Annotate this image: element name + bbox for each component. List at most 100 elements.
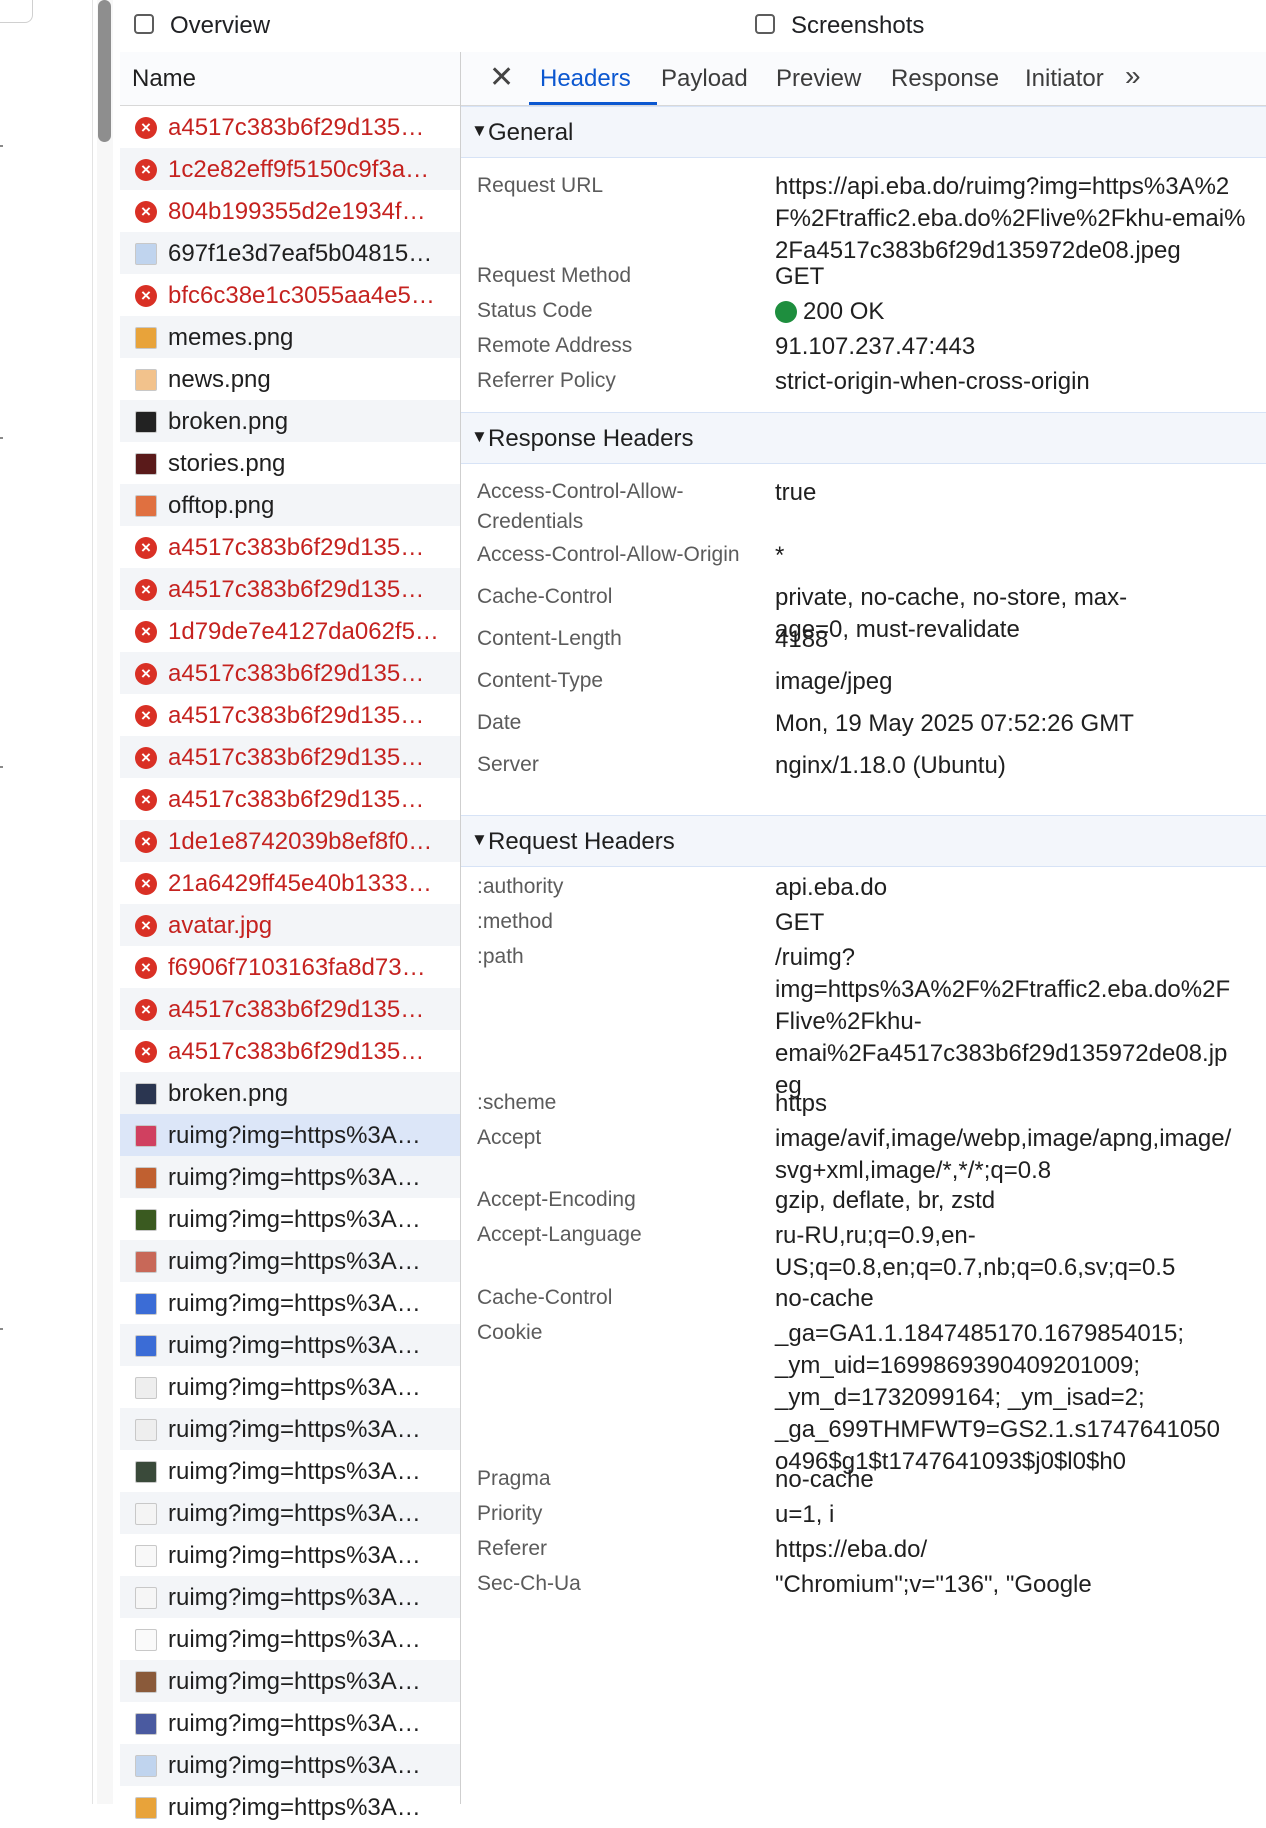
tab-response[interactable]: Response bbox=[891, 65, 999, 93]
request-row[interactable]: × avatar.jpg bbox=[120, 904, 460, 946]
request-row[interactable]: × a4517c383b6f29d135… bbox=[120, 526, 460, 568]
request-name: ruimg?img=https%3A… bbox=[168, 1710, 421, 1737]
header-value[interactable]: u=1, i bbox=[775, 1499, 1266, 1531]
request-row[interactable]: × bfc6c38e1c3055aa4e5… bbox=[120, 274, 460, 316]
request-row[interactable]: ruimg?img=https%3A… bbox=[120, 1702, 460, 1744]
request-name: ruimg?img=https%3A… bbox=[168, 1164, 421, 1191]
header-value[interactable]: 200 OK bbox=[775, 296, 1266, 328]
tab-payload[interactable]: Payload bbox=[661, 65, 748, 93]
request-row[interactable]: × 1c2e82eff9f5150c9f3a… bbox=[120, 148, 460, 190]
general-section-header[interactable]: ▼ General bbox=[461, 106, 1266, 158]
detail-tabs: ✕ Headers Payload Preview Response Initi… bbox=[461, 52, 1266, 106]
request-headers-section-header[interactable]: ▼ Request Headers bbox=[461, 815, 1266, 867]
gutter-tick bbox=[0, 145, 3, 147]
header-key: Status Code bbox=[477, 299, 593, 322]
request-row[interactable]: ruimg?img=https%3A… bbox=[120, 1198, 460, 1240]
header-value[interactable]: _ga=GA1.1.1847485170.1679854015; _ym_uid… bbox=[775, 1318, 1266, 1478]
name-column-header[interactable]: Name bbox=[120, 52, 460, 106]
request-name: a4517c383b6f29d135… bbox=[168, 576, 425, 603]
more-tabs-icon[interactable]: » bbox=[1125, 60, 1141, 92]
request-row[interactable]: ruimg?img=https%3A… bbox=[120, 1366, 460, 1408]
image-thumbnail-icon bbox=[135, 1587, 157, 1609]
header-value[interactable]: no-cache bbox=[775, 1283, 1266, 1315]
header-value[interactable]: /ruimg? img=https%3A%2F%2Ftraffic2.eba.d… bbox=[775, 942, 1266, 1102]
request-row[interactable]: × f6906f7103163fa8d73… bbox=[120, 946, 460, 988]
request-name: ruimg?img=https%3A… bbox=[168, 1500, 421, 1527]
request-row[interactable]: × 1d79de7e4127da062f5… bbox=[120, 610, 460, 652]
scrollbar-track[interactable] bbox=[97, 0, 113, 1804]
error-icon: × bbox=[135, 201, 157, 223]
header-value[interactable]: no-cache bbox=[775, 1464, 1266, 1496]
request-row[interactable]: 697f1e3d7eaf5b04815… bbox=[120, 232, 460, 274]
request-row[interactable]: × a4517c383b6f29d135… bbox=[120, 652, 460, 694]
request-row[interactable]: ruimg?img=https%3A… bbox=[120, 1450, 460, 1492]
request-name: ruimg?img=https%3A… bbox=[168, 1626, 421, 1653]
request-row[interactable]: ruimg?img=https%3A… bbox=[120, 1114, 460, 1156]
header-value[interactable]: https://eba.do/ bbox=[775, 1534, 1266, 1566]
request-row[interactable]: ruimg?img=https%3A… bbox=[120, 1618, 460, 1660]
response-headers-section-header[interactable]: ▼ Response Headers bbox=[461, 412, 1266, 464]
panel-edge bbox=[0, 0, 33, 23]
request-row[interactable]: ruimg?img=https%3A… bbox=[120, 1408, 460, 1450]
error-icon: × bbox=[135, 621, 157, 643]
header-value[interactable]: GET bbox=[775, 907, 1266, 939]
request-row[interactable]: ruimg?img=https%3A… bbox=[120, 1744, 460, 1786]
request-row[interactable]: × a4517c383b6f29d135… bbox=[120, 778, 460, 820]
request-row[interactable]: × a4517c383b6f29d135… bbox=[120, 736, 460, 778]
request-row[interactable]: × 804b199355d2e1934f… bbox=[120, 190, 460, 232]
header-value[interactable]: https bbox=[775, 1088, 1266, 1120]
header-value[interactable]: * bbox=[775, 540, 1266, 572]
header-value[interactable]: image/jpeg bbox=[775, 666, 1266, 698]
request-row[interactable]: × a4517c383b6f29d135… bbox=[120, 106, 460, 148]
request-row[interactable]: ruimg?img=https%3A… bbox=[120, 1576, 460, 1618]
request-row[interactable]: ruimg?img=https%3A… bbox=[120, 1240, 460, 1282]
request-row[interactable]: × a4517c383b6f29d135… bbox=[120, 568, 460, 610]
request-row[interactable]: offtop.png bbox=[120, 484, 460, 526]
screenshots-checkbox[interactable] bbox=[755, 14, 775, 34]
header-value[interactable]: 4188 bbox=[775, 624, 1266, 656]
request-row[interactable]: memes.png bbox=[120, 316, 460, 358]
header-value[interactable]: https://api.eba.do/ruimg?img=https%3A%2 … bbox=[775, 171, 1266, 267]
request-row[interactable]: × a4517c383b6f29d135… bbox=[120, 988, 460, 1030]
error-icon: × bbox=[135, 873, 157, 895]
tab-headers[interactable]: Headers bbox=[540, 65, 631, 93]
request-row[interactable]: ruimg?img=https%3A… bbox=[120, 1786, 460, 1828]
request-row[interactable]: × 21a6429ff45e40b1333… bbox=[120, 862, 460, 904]
request-row[interactable]: ruimg?img=https%3A… bbox=[120, 1534, 460, 1576]
header-value[interactable]: ru-RU,ru;q=0.9,en- US;q=0.8,en;q=0.7,nb;… bbox=[775, 1220, 1266, 1284]
request-row[interactable]: × a4517c383b6f29d135… bbox=[120, 1030, 460, 1072]
overview-checkbox[interactable] bbox=[134, 14, 154, 34]
request-row[interactable]: ruimg?img=https%3A… bbox=[120, 1156, 460, 1198]
header-value[interactable]: true bbox=[775, 477, 1266, 509]
request-row[interactable]: broken.png bbox=[120, 400, 460, 442]
request-row[interactable]: ruimg?img=https%3A… bbox=[120, 1492, 460, 1534]
header-value[interactable]: strict-origin-when-cross-origin bbox=[775, 366, 1266, 398]
header-value[interactable]: Mon, 19 May 2025 07:52:26 GMT bbox=[775, 708, 1266, 740]
header-value[interactable]: "Chromium";v="136", "Google bbox=[775, 1569, 1266, 1601]
tab-preview[interactable]: Preview bbox=[776, 65, 861, 93]
header-key: :method bbox=[477, 910, 553, 933]
header-value[interactable]: api.eba.do bbox=[775, 872, 1266, 904]
request-row[interactable]: × a4517c383b6f29d135… bbox=[120, 694, 460, 736]
request-row[interactable]: ruimg?img=https%3A… bbox=[120, 1660, 460, 1702]
request-row[interactable]: news.png bbox=[120, 358, 460, 400]
header-value[interactable]: nginx/1.18.0 (Ubuntu) bbox=[775, 750, 1266, 782]
header-value[interactable]: image/avif,image/webp,image/apng,image/ … bbox=[775, 1123, 1266, 1187]
close-icon[interactable]: ✕ bbox=[489, 60, 514, 95]
header-value[interactable]: gzip, deflate, br, zstd bbox=[775, 1185, 1266, 1217]
tab-initiator[interactable]: Initiator bbox=[1025, 65, 1104, 93]
header-value[interactable]: GET bbox=[775, 261, 1266, 293]
header-value[interactable]: 91.107.237.47:443 bbox=[775, 331, 1266, 363]
scrollbar-thumb[interactable] bbox=[98, 0, 111, 142]
request-name: ruimg?img=https%3A… bbox=[168, 1206, 421, 1233]
request-details: ✕ Headers Payload Preview Response Initi… bbox=[461, 52, 1266, 1804]
request-row[interactable]: × 1de1e8742039b8ef8f0… bbox=[120, 820, 460, 862]
request-row[interactable]: ruimg?img=https%3A… bbox=[120, 1282, 460, 1324]
header-key: Cache-Control bbox=[477, 1286, 613, 1309]
request-name: ruimg?img=https%3A… bbox=[168, 1290, 421, 1317]
header-key: Cookie bbox=[477, 1321, 543, 1344]
request-row[interactable]: stories.png bbox=[120, 442, 460, 484]
request-row[interactable]: broken.png bbox=[120, 1072, 460, 1114]
request-row[interactable]: ruimg?img=https%3A… bbox=[120, 1324, 460, 1366]
error-icon: × bbox=[135, 915, 157, 937]
